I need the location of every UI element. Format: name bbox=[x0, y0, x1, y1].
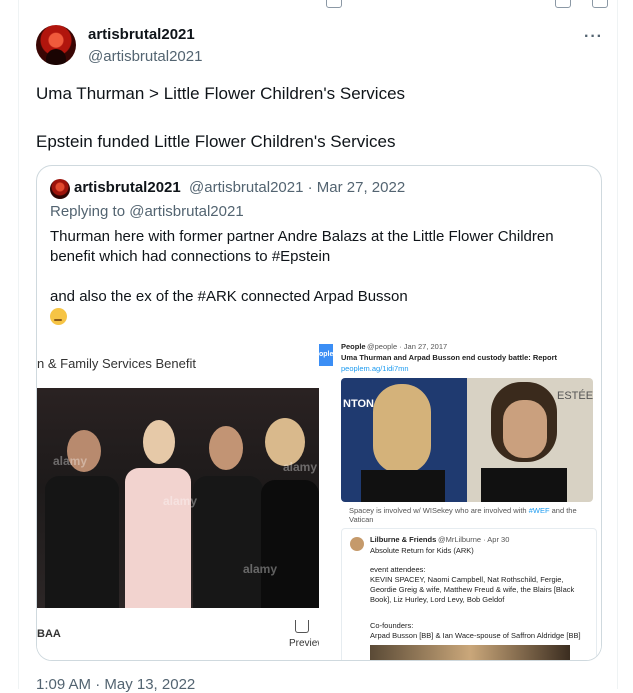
people-account-meta: @people · Jan 27, 2017 bbox=[367, 342, 448, 351]
left-image-footer: BAA bbox=[37, 628, 61, 640]
backdrop-text-right: ESTÉE bbox=[557, 390, 593, 402]
quoted-text-line-3: and also the ex of the #ARK connected Ar… bbox=[50, 288, 408, 305]
quoted-handle-date: @artisbrutal2021 · Mar 27, 2022 bbox=[189, 179, 406, 196]
card-avatar bbox=[350, 537, 364, 551]
thinking-face-emoji-icon bbox=[50, 308, 67, 325]
left-photo-image[interactable]: n & Family Services Benefit alamy alamy … bbox=[37, 338, 319, 660]
download-icon bbox=[295, 620, 309, 633]
quoted-text-line-2: benefit which had connections to #Epstei… bbox=[50, 248, 331, 265]
embedded-tweet-card: Lilburne & Friends @MrLilburne · Apr 30 … bbox=[341, 528, 597, 660]
author-avatar[interactable] bbox=[36, 25, 76, 65]
card-cofounders: Arpad Busson [BB] & Ian Wace-spouse of S… bbox=[370, 631, 581, 640]
tweet-timestamp[interactable]: 1:09 AM · May 13, 2022 bbox=[36, 676, 195, 693]
watermark-text: alamy bbox=[243, 562, 278, 576]
card-attendees-label: event attendees: bbox=[370, 565, 426, 574]
people-link: peoplem.ag/1idi7mn bbox=[341, 364, 409, 373]
caption-text: Spacey is involved w/ WISekey who are in… bbox=[349, 506, 577, 524]
tweet-text-line-1: Uma Thurman > Little Flower Children's S… bbox=[36, 84, 406, 103]
quoted-tweet[interactable]: artisbrutal2021 @artisbrutal2021 · Mar 2… bbox=[36, 165, 602, 661]
left-image-header: n & Family Services Benefit bbox=[37, 356, 196, 371]
right-screenshot-image[interactable]: ople People @people · Jan 27, 2017 Uma T… bbox=[319, 338, 601, 660]
card-attendees: KEVIN SPACEY, Naomi Campbell, Nat Rothsc… bbox=[370, 575, 575, 604]
quoted-media[interactable]: n & Family Services Benefit alamy alamy … bbox=[37, 338, 601, 660]
people-account-name: People bbox=[341, 342, 366, 351]
watermark-text: alamy bbox=[283, 460, 318, 474]
card-photo bbox=[370, 645, 570, 660]
author-handle[interactable]: @artisbrutal2021 bbox=[88, 48, 202, 65]
red-carpet-photo: NTON C TIZEN ESTÉE bbox=[341, 378, 593, 502]
watermark-text: alamy bbox=[53, 454, 88, 468]
quoted-avatar bbox=[50, 179, 70, 199]
quoted-author-name: artisbrutal2021 bbox=[74, 179, 181, 196]
watermark-text: alamy bbox=[163, 494, 198, 508]
event-photo: alamy alamy alamy alamy bbox=[37, 388, 319, 608]
people-logo-icon: ople bbox=[319, 344, 333, 366]
quoted-text-line-1: Thurman here with former partner Andre B… bbox=[50, 228, 554, 245]
bookmark-icon[interactable] bbox=[555, 0, 571, 8]
share-icon[interactable] bbox=[592, 0, 608, 8]
card-account-meta: @MrLilburne · Apr 30 bbox=[438, 535, 510, 544]
reply-icon[interactable] bbox=[326, 0, 342, 8]
replying-to: Replying to @artisbrutal2021 bbox=[50, 203, 244, 220]
more-options-button[interactable]: ··· bbox=[584, 28, 603, 46]
card-cofounders-label: Co-founders: bbox=[370, 621, 414, 630]
author-name[interactable]: artisbrutal2021 bbox=[88, 26, 195, 43]
card-account-name: Lilburne & Friends bbox=[370, 535, 437, 544]
tweet-text-line-2: Epstein funded Little Flower Children's … bbox=[36, 132, 396, 151]
preview-label: Preview bbox=[289, 638, 319, 649]
top-action-bar bbox=[0, 0, 633, 8]
people-headline: Uma Thurman and Arpad Busson end custody… bbox=[341, 353, 557, 362]
card-title: Absolute Return for Kids (ARK) bbox=[370, 546, 474, 555]
